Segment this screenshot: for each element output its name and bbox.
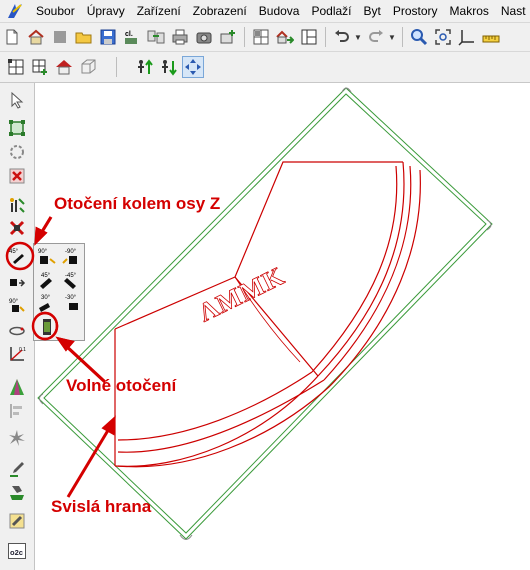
box-3d-icon[interactable] — [77, 56, 99, 78]
select-element-icon[interactable] — [6, 117, 28, 139]
align-icon[interactable] — [6, 400, 28, 422]
secondary-toolbar — [0, 52, 530, 83]
menu-nastaveni[interactable]: Nast — [495, 0, 530, 22]
orbit-icon[interactable] — [6, 319, 28, 341]
toolbar-separator — [402, 27, 403, 47]
delete-x-icon[interactable] — [6, 217, 28, 239]
o2c-button[interactable]: o2c — [6, 540, 28, 562]
shift-icon[interactable] — [6, 273, 28, 295]
annotation-vertical-edge: Svislá hrana — [51, 497, 152, 516]
annotation-rotate-z: Otočení kolem osy Z — [54, 194, 221, 213]
undo-dropdown-icon[interactable]: ▼ — [354, 33, 362, 42]
delete-selection-icon[interactable] — [6, 165, 28, 187]
grid-view-icon[interactable] — [250, 26, 272, 48]
o2c-label: o2c — [10, 548, 23, 557]
menu-makros[interactable]: Makros — [444, 0, 495, 22]
axes-icon[interactable] — [456, 26, 478, 48]
move-up-icon[interactable] — [134, 56, 156, 78]
main-toolbar: cl. ▼ ▼ — [0, 23, 530, 52]
left-toolbar: 45° 90° 0.1 o2c — [0, 83, 35, 570]
save-icon[interactable] — [97, 26, 119, 48]
menu-prostory[interactable]: Prostory — [387, 0, 444, 22]
open-folder-icon[interactable] — [73, 26, 95, 48]
annotation-free-rotation: Volné otočení — [66, 376, 177, 395]
redo-dropdown-icon[interactable]: ▼ — [388, 33, 396, 42]
annotation-arrows — [35, 216, 116, 498]
cursor-icon[interactable] — [6, 89, 28, 111]
axis-icon[interactable]: 0.1 — [6, 343, 28, 365]
eyedropper-icon[interactable] — [6, 458, 28, 480]
undo-icon[interactable] — [331, 26, 353, 48]
select-region-icon[interactable] — [5, 56, 27, 78]
fit-icon[interactable] — [182, 56, 204, 78]
svg-text:0.1: 0.1 — [19, 347, 26, 353]
paint-icon[interactable] — [6, 481, 28, 503]
spiky-icon[interactable] — [6, 427, 28, 449]
svg-text:90°: 90° — [9, 299, 19, 305]
svg-text:45°: 45° — [9, 249, 19, 255]
toolbar-separator — [116, 57, 117, 77]
camera-icon[interactable] — [193, 26, 215, 48]
rotate-45-icon[interactable]: 45° — [6, 245, 28, 267]
menu-budova[interactable]: Budova — [253, 0, 306, 22]
brush-icon[interactable] — [6, 510, 28, 532]
new-file-icon[interactable] — [1, 26, 23, 48]
menu-bar: Soubor Úpravy Zařízení Zobrazení Budova … — [0, 0, 530, 23]
menu-podlazi[interactable]: Podlaží — [305, 0, 357, 22]
menu-zarizeni[interactable]: Zařízení — [131, 0, 187, 22]
annotation-circles — [35, 311, 59, 341]
add-layer-icon[interactable] — [217, 26, 239, 48]
rotate-90-icon[interactable]: 90° — [6, 295, 28, 317]
menu-byt[interactable]: Byt — [358, 0, 387, 22]
app-logo-icon[interactable] — [6, 2, 24, 20]
color-ramp-icon[interactable] — [6, 376, 28, 398]
zoom-window-icon[interactable] — [432, 26, 454, 48]
select-region-plus-icon[interactable] — [29, 56, 51, 78]
select-group-icon[interactable] — [6, 141, 28, 163]
svg-text:cl.: cl. — [125, 31, 133, 38]
move-down-icon[interactable] — [158, 56, 180, 78]
house-arrow-icon[interactable] — [274, 26, 296, 48]
toolbar-separator — [325, 27, 326, 47]
blank-icon[interactable] — [49, 26, 71, 48]
compare-icon[interactable] — [145, 26, 167, 48]
print-icon[interactable] — [169, 26, 191, 48]
ruler-icon[interactable] — [480, 26, 502, 48]
cl-icon[interactable]: cl. — [121, 26, 143, 48]
menu-soubor[interactable]: Soubor — [30, 0, 81, 22]
zoom-icon[interactable] — [408, 26, 430, 48]
house-icon[interactable] — [53, 56, 75, 78]
menu-upravy[interactable]: Úpravy — [81, 0, 131, 22]
transform-icon[interactable] — [6, 194, 28, 216]
open-house-icon[interactable] — [25, 26, 47, 48]
plan-icon[interactable] — [298, 26, 320, 48]
menu-zobrazeni[interactable]: Zobrazení — [187, 0, 253, 22]
block-embossed-text: ΛMMK — [194, 261, 289, 327]
redo-icon[interactable] — [365, 26, 387, 48]
toolbar-separator — [244, 27, 245, 47]
